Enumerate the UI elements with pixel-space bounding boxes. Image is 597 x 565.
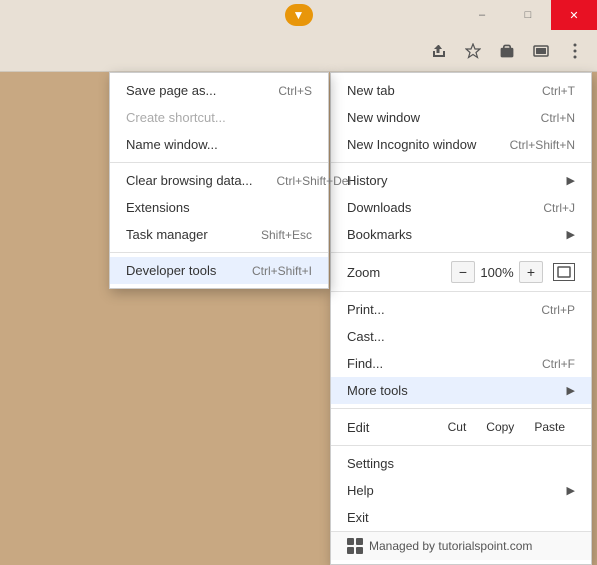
- share-icon[interactable]: [425, 37, 453, 65]
- submenu-separator-2: [110, 252, 328, 253]
- more-tools-submenu: Save page as... Ctrl+S Create shortcut..…: [109, 72, 329, 289]
- submenu-item-name-window[interactable]: Name window...: [110, 131, 328, 158]
- browser-window: ▼ – □ ✕: [0, 0, 597, 514]
- edit-row: Edit Cut Copy Paste: [331, 413, 591, 441]
- menu-sep-3: [331, 291, 591, 292]
- copy-button[interactable]: Copy: [476, 417, 524, 437]
- zoom-value: 100%: [479, 265, 515, 280]
- toolbar: [0, 30, 597, 72]
- menu-item-new-window[interactable]: New window Ctrl+N: [331, 104, 591, 131]
- menu-item-bookmarks[interactable]: Bookmarks ▶: [331, 221, 591, 248]
- menu-footer: Managed by tutorialspoint.com: [331, 531, 591, 560]
- paste-button[interactable]: Paste: [524, 417, 575, 437]
- submenu-item-clear-browsing[interactable]: Clear browsing data... Ctrl+Shift+Del: [110, 167, 328, 194]
- menu-item-new-tab[interactable]: New tab Ctrl+T: [331, 77, 591, 104]
- menu-item-settings[interactable]: Settings: [331, 450, 591, 477]
- menu-item-help[interactable]: Help ▶: [331, 477, 591, 504]
- zoom-increase-button[interactable]: +: [519, 261, 543, 283]
- star-icon[interactable]: [459, 37, 487, 65]
- submenu-separator-1: [110, 162, 328, 163]
- zoom-fullscreen-button[interactable]: [553, 263, 575, 281]
- maximize-button[interactable]: □: [505, 0, 551, 30]
- menu-item-print[interactable]: Print... Ctrl+P: [331, 296, 591, 323]
- zoom-row: Zoom − 100% +: [331, 257, 591, 287]
- menu-item-downloads[interactable]: Downloads Ctrl+J: [331, 194, 591, 221]
- menu-item-find[interactable]: Find... Ctrl+F: [331, 350, 591, 377]
- cut-button[interactable]: Cut: [438, 417, 477, 437]
- menu-item-cast[interactable]: Cast...: [331, 323, 591, 350]
- submenu-item-save-page[interactable]: Save page as... Ctrl+S: [110, 77, 328, 104]
- menu-item-incognito[interactable]: New Incognito window Ctrl+Shift+N: [331, 131, 591, 158]
- title-bar: ▼ – □ ✕: [0, 0, 597, 30]
- submenu-item-extensions[interactable]: Extensions: [110, 194, 328, 221]
- menu-item-exit[interactable]: Exit: [331, 504, 591, 531]
- submenu-item-developer-tools[interactable]: Developer tools Ctrl+Shift+I: [110, 257, 328, 284]
- close-button[interactable]: ✕: [551, 0, 597, 30]
- chrome-dropdown-menu: New tab Ctrl+T New window Ctrl+N New Inc…: [330, 72, 592, 565]
- zoom-decrease-button[interactable]: −: [451, 261, 475, 283]
- menu-item-more-tools[interactable]: More tools ▶: [331, 377, 591, 404]
- menu-sep-2: [331, 252, 591, 253]
- extensions-icon[interactable]: [493, 37, 521, 65]
- menu-sep-4: [331, 408, 591, 409]
- window-controls: ▼ – □ ✕: [459, 0, 597, 30]
- edit-actions: Cut Copy Paste: [438, 417, 575, 437]
- managed-by-text: Managed by tutorialspoint.com: [369, 539, 532, 553]
- menu-sep-1: [331, 162, 591, 163]
- zoom-controls: − 100% +: [451, 261, 575, 283]
- submenu-item-create-shortcut[interactable]: Create shortcut...: [110, 104, 328, 131]
- menu-item-history[interactable]: History ▶: [331, 167, 591, 194]
- minimize-button[interactable]: –: [459, 0, 505, 30]
- tablet-mode-icon[interactable]: [527, 37, 555, 65]
- chrome-menu-icon[interactable]: [561, 37, 589, 65]
- managed-icon: [347, 538, 363, 554]
- submenu-item-task-manager[interactable]: Task manager Shift+Esc: [110, 221, 328, 248]
- menu-sep-5: [331, 445, 591, 446]
